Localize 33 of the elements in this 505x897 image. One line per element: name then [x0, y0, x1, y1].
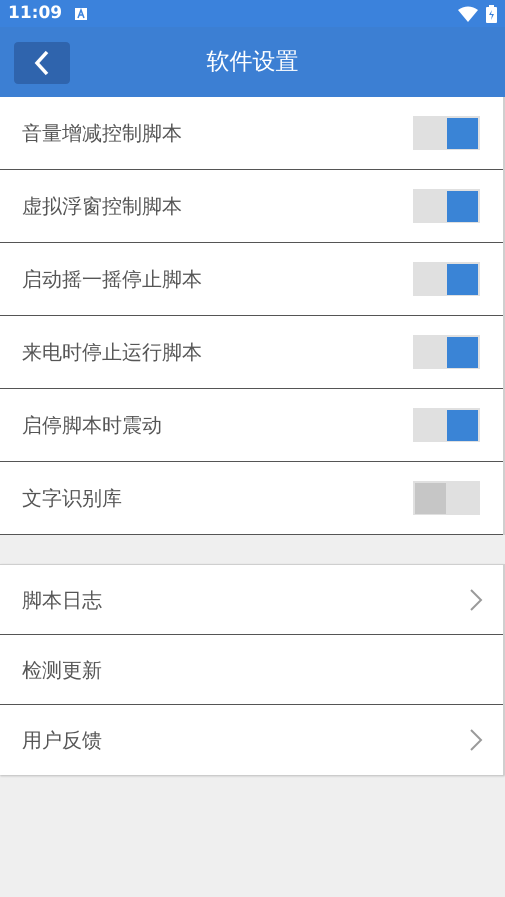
setting-label: 文字识别库 — [22, 485, 123, 512]
menu-item[interactable]: 脚本日志 — [0, 565, 503, 635]
toggle-thumb — [415, 482, 446, 514]
setting-label: 启动摇一摇停止脚本 — [22, 266, 203, 293]
setting-label: 来电时停止运行脚本 — [22, 339, 203, 366]
toggle-switch[interactable] — [413, 408, 480, 442]
setting-label: 音量增减控制脚本 — [22, 120, 183, 147]
toggle-switch[interactable] — [413, 481, 480, 515]
chevron-right-icon — [469, 588, 483, 612]
wifi-icon — [458, 6, 478, 22]
toggle-thumb — [447, 190, 478, 222]
menu-label: 检测更新 — [22, 656, 103, 684]
toggle-switch[interactable] — [413, 262, 480, 296]
menu-label: 用户反馈 — [22, 727, 103, 754]
setting-label: 启停脚本时震动 — [22, 412, 163, 439]
chevron-right-icon — [469, 728, 483, 752]
back-button[interactable] — [14, 42, 70, 84]
status-time: 11:09 — [8, 2, 62, 25]
toggle-thumb — [447, 264, 478, 294]
toggle-switch[interactable] — [413, 335, 480, 369]
toggle-thumb — [447, 410, 478, 440]
toggle-switch[interactable] — [413, 116, 480, 150]
battery-icon — [486, 4, 497, 22]
toggle-thumb — [447, 336, 478, 368]
toggle-thumb — [447, 118, 478, 148]
menu-item[interactable]: 用户反馈 — [0, 705, 503, 775]
notification-icon — [74, 6, 88, 20]
page-title: 软件设置 — [206, 48, 298, 77]
toggle-switch[interactable] — [413, 189, 480, 223]
back-icon — [34, 50, 50, 76]
menu-label: 脚本日志 — [22, 586, 103, 614]
menu-item[interactable]: 检测更新 — [0, 635, 503, 705]
setting-label: 虚拟浮窗控制脚本 — [22, 193, 183, 220]
